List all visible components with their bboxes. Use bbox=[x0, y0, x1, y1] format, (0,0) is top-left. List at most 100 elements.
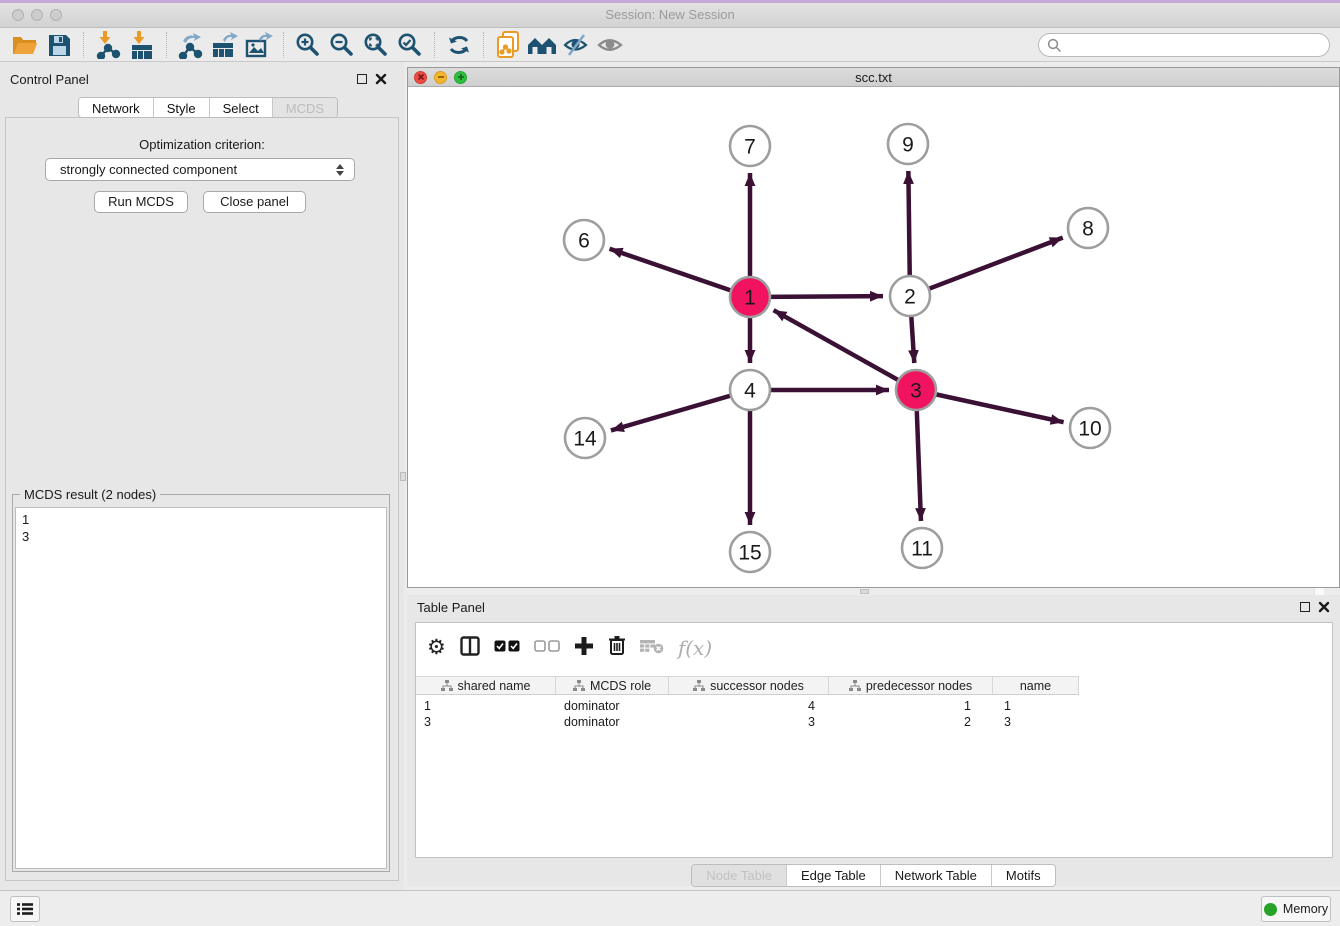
cell-name[interactable]: 1 bbox=[993, 698, 1079, 714]
tab-network[interactable]: Network bbox=[79, 98, 154, 117]
delete-table-icon bbox=[640, 638, 664, 654]
column-header-name[interactable]: name bbox=[993, 677, 1079, 694]
cell-mcds-role[interactable]: dominator bbox=[556, 714, 669, 730]
tab-style[interactable]: Style bbox=[154, 98, 210, 117]
status-bar bbox=[0, 890, 1340, 926]
float-window-icon[interactable] bbox=[357, 74, 367, 84]
add-column-button[interactable] bbox=[574, 636, 594, 661]
tab-motifs[interactable]: Motifs bbox=[992, 865, 1055, 886]
unchecked-boxes-icon bbox=[534, 640, 560, 652]
toolbar-separator bbox=[166, 32, 167, 58]
mcds-result-title: MCDS result (2 nodes) bbox=[20, 487, 160, 502]
delete-column-button[interactable] bbox=[608, 635, 626, 661]
checked-boxes-icon bbox=[494, 640, 520, 652]
cell-name[interactable]: 3 bbox=[993, 714, 1079, 730]
toolbar-separator bbox=[434, 32, 435, 58]
tab-mcds[interactable]: MCDS bbox=[273, 98, 337, 117]
cell-shared-name[interactable]: 3 bbox=[416, 714, 556, 730]
optimization-criterion-label: Optimization criterion: bbox=[0, 137, 404, 152]
panel-splitter-grip[interactable] bbox=[860, 589, 869, 594]
import-table-button[interactable] bbox=[125, 30, 159, 60]
graph-edge-1-2[interactable] bbox=[767, 296, 883, 297]
cell-shared-name[interactable]: 1 bbox=[416, 698, 556, 714]
close-icon[interactable] bbox=[1318, 601, 1330, 613]
network-window-title: scc.txt bbox=[408, 70, 1339, 85]
clone-network-button[interactable] bbox=[491, 30, 525, 60]
table-row[interactable]: 1 dominator 4 1 1 bbox=[416, 698, 1079, 714]
app-minimize-button[interactable] bbox=[31, 9, 43, 21]
cell-predecessor-nodes[interactable]: 2 bbox=[829, 714, 993, 730]
column-header-predecessor-nodes[interactable]: predecessor nodes bbox=[829, 677, 993, 694]
app-close-button[interactable] bbox=[12, 9, 24, 21]
graph-node-label: 8 bbox=[1082, 218, 1094, 241]
graph-node-label: 1 bbox=[744, 287, 756, 310]
cell-mcds-role[interactable]: dominator bbox=[556, 698, 669, 714]
column-header-successor-nodes[interactable]: successor nodes bbox=[669, 677, 829, 694]
toolbar-separator bbox=[83, 32, 84, 58]
network-canvas[interactable]: 1234678910111415 bbox=[408, 88, 1339, 587]
export-table-button[interactable] bbox=[208, 30, 242, 60]
preferred-layout-button[interactable] bbox=[525, 30, 559, 60]
export-image-button[interactable] bbox=[242, 30, 276, 60]
cell-successor-nodes[interactable]: 3 bbox=[669, 714, 829, 730]
network-graph[interactable]: 1234678910111415 bbox=[408, 88, 1339, 587]
export-network-button[interactable] bbox=[174, 30, 208, 60]
tab-node-table[interactable]: Node Table bbox=[692, 865, 787, 886]
zoom-selected-button[interactable] bbox=[393, 30, 427, 60]
refresh-button[interactable] bbox=[442, 30, 476, 60]
tab-edge-table[interactable]: Edge Table bbox=[787, 865, 881, 886]
graph-edge-2-9[interactable] bbox=[908, 171, 909, 279]
zoom-in-button[interactable] bbox=[291, 30, 325, 60]
delete-table-button[interactable] bbox=[640, 638, 664, 659]
graph-edge-3-1[interactable] bbox=[774, 310, 902, 381]
network-window-titlebar[interactable]: scc.txt bbox=[407, 67, 1340, 87]
hide-graphics-details-button[interactable] bbox=[559, 30, 593, 60]
save-disk-icon bbox=[47, 33, 71, 57]
cell-predecessor-nodes[interactable]: 1 bbox=[829, 698, 993, 714]
search-input[interactable] bbox=[1038, 33, 1330, 57]
cell-successor-nodes[interactable]: 4 bbox=[669, 698, 829, 714]
graph-edge-2-3[interactable] bbox=[911, 313, 914, 363]
toolbar-separator bbox=[483, 32, 484, 58]
table-row[interactable]: 3 dominator 3 2 3 bbox=[416, 714, 1079, 730]
app-maximize-button[interactable] bbox=[50, 9, 62, 21]
graph-edge-2-8[interactable] bbox=[926, 238, 1063, 290]
run-mcds-button[interactable]: Run MCDS bbox=[94, 191, 188, 213]
graph-edge-4-14[interactable] bbox=[611, 395, 734, 431]
graph-edge-3-10[interactable] bbox=[933, 394, 1064, 423]
column-header-mcds-role[interactable]: MCDS role bbox=[556, 677, 669, 694]
zoom-out-button[interactable] bbox=[325, 30, 359, 60]
save-session-button[interactable] bbox=[42, 30, 76, 60]
tab-select[interactable]: Select bbox=[210, 98, 273, 117]
zoom-fit-button[interactable] bbox=[359, 30, 393, 60]
attribute-type-icon bbox=[693, 680, 705, 692]
control-panel-title: Control Panel bbox=[10, 72, 89, 87]
optimization-criterion-select[interactable]: strongly connected component bbox=[45, 158, 355, 181]
graph-node-label: 9 bbox=[902, 134, 914, 157]
column-layout-button[interactable] bbox=[460, 636, 480, 661]
show-graphics-details-button[interactable] bbox=[593, 30, 627, 60]
column-header-shared-name[interactable]: shared name bbox=[416, 677, 556, 694]
graph-edge-1-6[interactable] bbox=[610, 249, 734, 292]
mcds-result-line: 1 bbox=[22, 511, 380, 528]
close-icon[interactable] bbox=[375, 73, 387, 85]
graph-edge-3-11[interactable] bbox=[917, 407, 921, 521]
graph-node-label: 7 bbox=[744, 136, 756, 159]
deselect-all-button[interactable] bbox=[534, 639, 560, 657]
close-panel-button[interactable]: Close panel bbox=[203, 191, 306, 213]
import-network-button[interactable] bbox=[91, 30, 125, 60]
mcds-result-text[interactable]: 1 3 bbox=[15, 507, 387, 869]
function-builder-button[interactable]: f(x) bbox=[678, 636, 712, 660]
tab-network-table[interactable]: Network Table bbox=[881, 865, 992, 886]
export-network-icon bbox=[177, 31, 205, 59]
table-tabs: Node Table Edge Table Network Table Moti… bbox=[407, 864, 1340, 887]
memory-button[interactable]: Memory bbox=[1261, 896, 1331, 922]
task-history-button[interactable] bbox=[10, 896, 40, 922]
float-window-icon[interactable] bbox=[1300, 602, 1310, 612]
table-settings-button[interactable]: ⚙ bbox=[427, 638, 446, 658]
open-session-button[interactable] bbox=[8, 30, 42, 60]
table-panel-title: Table Panel bbox=[417, 600, 485, 615]
clone-network-icon bbox=[495, 30, 521, 60]
select-all-button[interactable] bbox=[494, 639, 520, 657]
panel-splitter-grip[interactable] bbox=[400, 472, 406, 481]
